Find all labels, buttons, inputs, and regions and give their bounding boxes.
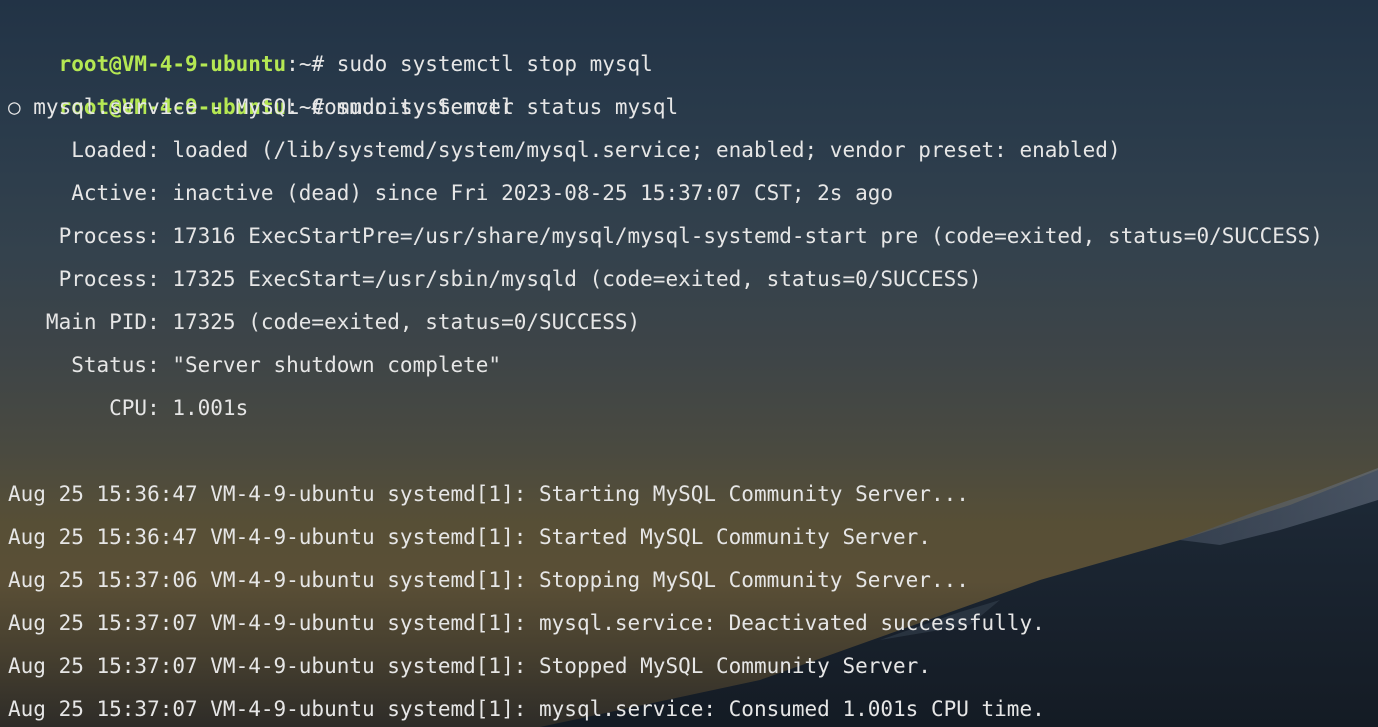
status-cpu-line: CPU: 1.001s bbox=[8, 396, 249, 420]
terminal-window[interactable]: root@VM-4-9-ubuntu:~# sudo systemctl sto… bbox=[8, 0, 1370, 727]
journal-line: Aug 25 15:37:07 VM-4-9-ubuntu systemd[1]… bbox=[8, 697, 1045, 721]
status-status-line: Status: "Server shutdown complete" bbox=[8, 353, 502, 377]
status-active-line: Active: inactive (dead) since Fri 2023-0… bbox=[8, 181, 894, 205]
journal-line: Aug 25 15:37:07 VM-4-9-ubuntu systemd[1]… bbox=[8, 654, 931, 678]
journal-line: Aug 25 15:37:07 VM-4-9-ubuntu systemd[1]… bbox=[8, 611, 1045, 635]
prompt-line-2: root@VM-4-9-ubuntu:~# sudo systemctl sta… bbox=[8, 43, 679, 119]
journal-line: Aug 25 15:36:47 VM-4-9-ubuntu systemd[1]… bbox=[8, 482, 969, 506]
status-main-pid-line: Main PID: 17325 (code=exited, status=0/S… bbox=[8, 310, 641, 334]
status-process-line: Process: 17316 ExecStartPre=/usr/share/m… bbox=[8, 224, 1323, 248]
journal-line: Aug 25 15:36:47 VM-4-9-ubuntu systemd[1]… bbox=[8, 525, 931, 549]
prompt-line-1: root@VM-4-9-ubuntu:~# sudo systemctl sto… bbox=[8, 0, 653, 76]
status-loaded-line: Loaded: loaded (/lib/systemd/system/mysq… bbox=[8, 138, 1121, 162]
journal-line: Aug 25 15:37:06 VM-4-9-ubuntu systemd[1]… bbox=[8, 568, 969, 592]
status-process-line: Process: 17325 ExecStart=/usr/sbin/mysql… bbox=[8, 267, 982, 291]
status-header-line: ○ mysql.service - MySQL Community Server bbox=[8, 95, 514, 119]
